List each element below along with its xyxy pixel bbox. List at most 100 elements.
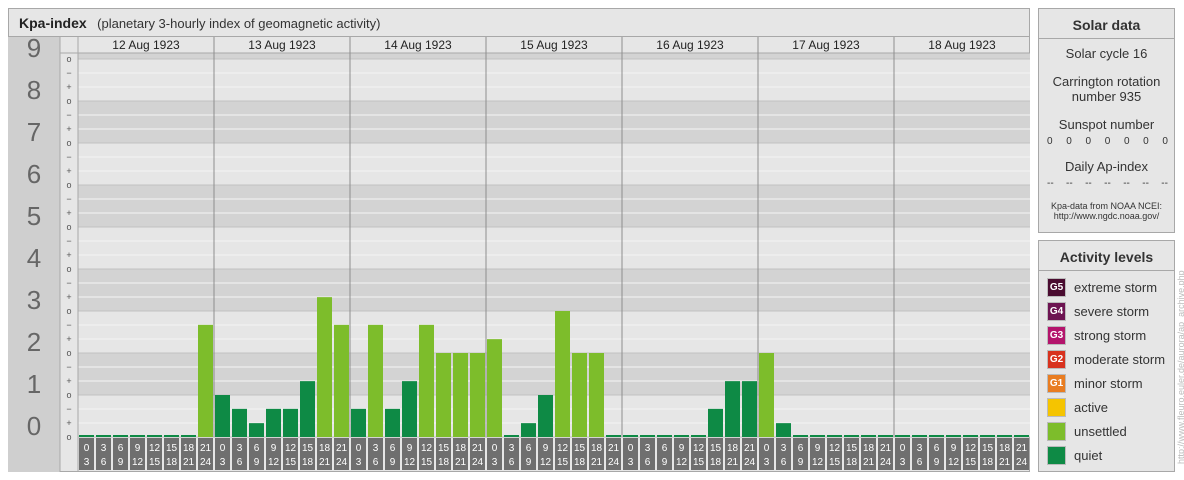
kp-bar xyxy=(283,408,298,437)
day-label: 12 Aug 1923 xyxy=(112,38,180,52)
minor-tick-label: + xyxy=(66,208,71,218)
interval-start-label: 3 xyxy=(373,443,379,454)
day-label: 17 Aug 1923 xyxy=(792,38,860,52)
kp-bar xyxy=(317,297,332,437)
kp-bar xyxy=(351,408,366,437)
kp-bar xyxy=(334,324,349,437)
legend-swatch xyxy=(1047,397,1066,417)
interval-start-label: 12 xyxy=(965,443,977,454)
interval-start-label: 21 xyxy=(608,443,620,454)
chart-subtitle: (planetary 3-hourly index of geomagnetic… xyxy=(97,16,381,31)
kp-bar xyxy=(844,435,859,437)
minor-tick-label: + xyxy=(66,292,71,302)
kp-bar xyxy=(453,353,468,437)
interval-start-label: 15 xyxy=(302,443,314,454)
kp-bar xyxy=(946,435,961,437)
interval-end-label: 6 xyxy=(101,457,107,468)
interval-end-label: 24 xyxy=(1016,457,1028,468)
kp-bar xyxy=(164,435,179,437)
interval-end-label: 18 xyxy=(302,457,314,468)
sunspot-value: 0 xyxy=(1104,136,1111,147)
y-tick-label: 7 xyxy=(27,117,41,147)
interval-start-label: 6 xyxy=(934,443,940,454)
sunspot-value: 0 xyxy=(1143,136,1149,147)
kp-band xyxy=(78,311,1030,353)
minor-tick-label: + xyxy=(66,334,71,344)
ap-value: -- xyxy=(1085,178,1092,189)
interval-start-label: 12 xyxy=(149,443,161,454)
interval-start-label: 18 xyxy=(455,443,467,454)
interval-end-label: 12 xyxy=(676,457,688,468)
interval-start-label: 3 xyxy=(101,443,107,454)
ap-value: -- xyxy=(1066,178,1073,189)
interval-start-label: 21 xyxy=(744,443,756,454)
sunspot-value: 0 xyxy=(1066,136,1072,147)
kp-bar xyxy=(538,395,553,437)
minor-tick-label: + xyxy=(66,418,71,428)
kp-band xyxy=(78,53,1030,59)
interval-start-label: 18 xyxy=(727,443,739,454)
legend-swatch: G4 xyxy=(1047,301,1066,321)
kp-bar xyxy=(181,435,196,437)
interval-end-label: 3 xyxy=(84,457,90,468)
legend-swatch xyxy=(1047,445,1066,465)
kp-band xyxy=(78,353,1030,395)
interval-end-label: 9 xyxy=(934,457,940,468)
interval-end-label: 18 xyxy=(846,457,858,468)
day-label: 15 Aug 1923 xyxy=(520,38,588,52)
kp-bar xyxy=(385,408,400,437)
interval-end-label: 9 xyxy=(390,457,396,468)
minor-tick-label: o xyxy=(66,306,71,316)
interval-start-label: 15 xyxy=(438,443,450,454)
interval-start-label: 3 xyxy=(645,443,651,454)
interval-start-label: 18 xyxy=(999,443,1011,454)
y-tick-label: 4 xyxy=(27,243,41,273)
day-label: 13 Aug 1923 xyxy=(248,38,316,52)
minor-tick-label: − xyxy=(66,278,71,288)
kp-bar xyxy=(606,435,621,437)
interval-start-label: 21 xyxy=(472,443,484,454)
interval-start-label: 9 xyxy=(543,443,549,454)
kp-band xyxy=(78,59,1030,101)
kp-band xyxy=(78,185,1030,227)
minor-tick-label: o xyxy=(66,222,71,232)
legend-item: G4 severe storm xyxy=(1047,301,1174,321)
kp-band xyxy=(78,227,1030,269)
y-tick-label: 2 xyxy=(27,327,41,357)
sunspot-value: 0 xyxy=(1123,136,1130,147)
interval-start-label: 12 xyxy=(421,443,433,454)
kp-bar xyxy=(742,381,757,437)
kp-band xyxy=(78,143,1030,185)
legend-label: severe storm xyxy=(1074,303,1150,319)
interval-end-label: 15 xyxy=(829,457,841,468)
interval-start-label: 9 xyxy=(271,443,277,454)
interval-end-label: 9 xyxy=(662,457,668,468)
kp-bar xyxy=(963,435,978,437)
kp-bar xyxy=(810,435,825,437)
kp-bar xyxy=(589,353,604,437)
interval-end-label: 15 xyxy=(693,457,705,468)
kp-bar xyxy=(793,435,808,437)
minor-tick-label: o xyxy=(66,180,71,190)
kp-band xyxy=(78,269,1030,311)
legend-label: minor storm xyxy=(1074,375,1143,391)
legend-label: active xyxy=(1074,399,1108,415)
kp-bar xyxy=(980,435,995,437)
interval-end-label: 6 xyxy=(645,457,651,468)
ap-value: -- xyxy=(1142,178,1149,189)
interval-end-label: 3 xyxy=(492,457,498,468)
interval-end-label: 6 xyxy=(917,457,923,468)
legend-swatch: G3 xyxy=(1047,325,1066,345)
kp-bar xyxy=(249,423,264,437)
source-url: http://www.ngdc.noaa.gov/ xyxy=(1053,211,1160,221)
interval-end-label: 6 xyxy=(509,457,515,468)
activity-legend: G5 extreme storm G4 severe storm G3 strong st… xyxy=(1039,277,1174,465)
minor-tick-label: − xyxy=(66,362,71,372)
interval-end-label: 3 xyxy=(356,457,362,468)
interval-end-label: 15 xyxy=(557,457,569,468)
ap-values: -- -- -- -- -- -- -- xyxy=(1039,174,1174,189)
interval-end-label: 18 xyxy=(710,457,722,468)
kp-bar xyxy=(198,324,213,437)
legend-label: moderate storm xyxy=(1074,351,1166,367)
chart-header: Kpa-index (planetary 3-hourly index of g… xyxy=(9,9,1029,37)
